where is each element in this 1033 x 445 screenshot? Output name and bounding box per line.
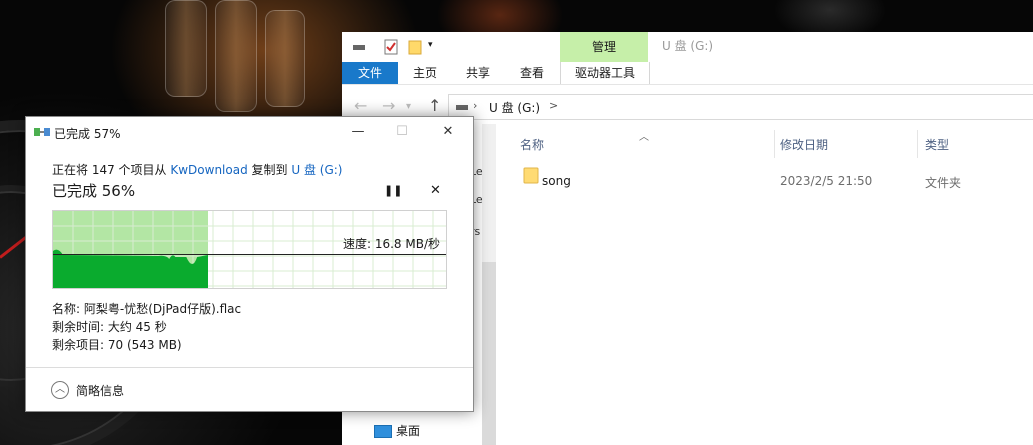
window-title: U 盘 (G:) [662,39,714,53]
file-name: song [542,174,571,188]
wallpaper-tube [215,0,257,112]
wallpaper-tube [165,0,207,97]
tab-drive-tools[interactable]: 驱动器工具 [560,62,650,84]
file-type: 文件夹 [925,176,962,190]
quick-access-toolbar: ▾ 管理 U 盘 (G:) [342,32,1033,62]
minimize-icon[interactable]: — [343,121,373,143]
address-chevron[interactable]: > [549,99,558,112]
column-divider[interactable] [774,130,775,158]
stop-button[interactable]: ✕ [430,183,441,198]
column-header-name[interactable]: 名称 [520,136,544,153]
properties-icon[interactable] [384,39,398,55]
items-remaining-line: 剩余项目: 70 (543 MB) [52,338,182,352]
destination-link[interactable]: U 盘 (G:) [291,163,342,177]
column-header-modified[interactable]: 修改日期 [780,136,828,153]
forward-icon[interactable]: → [382,96,395,115]
pause-button[interactable]: ❚❚ [384,184,402,197]
column-divider[interactable] [917,130,918,158]
folder-icon [523,167,539,184]
time-remaining-line: 剩余时间: 大约 45 秒 [52,320,167,334]
percent-complete: 已完成 56% [52,182,136,200]
status-prefix: 正在将 147 个项目从 [52,163,171,177]
desktop-icon [374,425,392,438]
new-folder-icon[interactable] [408,39,422,55]
sort-ascending-icon: ︿ [639,132,649,143]
address-text: U 盘 (G:) [489,101,541,115]
drive-icon[interactable] [352,39,366,53]
drive-icon [456,105,468,110]
speed-label: 速度: 16.8 MB/秒 [342,237,440,251]
collapse-details-icon[interactable]: ︿ [51,381,69,399]
details-toggle-label[interactable]: 简略信息 [76,382,124,399]
maximize-icon[interactable]: ☐ [387,121,417,143]
copy-progress-dialog: 已完成 57% — ☐ ✕ 正在将 147 个项目从 KwDownload 复制… [25,116,474,412]
customize-toolbar-icon[interactable]: ▾ [428,40,433,50]
address-chevron-icon[interactable]: › [473,99,477,112]
current-speed-line [53,254,446,255]
source-link[interactable]: KwDownload [170,163,247,177]
address-bar[interactable]: › U 盘 (G:) > [448,94,1033,120]
close-icon[interactable]: ✕ [433,121,463,143]
tab-manage[interactable]: 管理 [560,32,648,62]
tab-home[interactable]: 主页 [400,62,450,84]
copy-transfer-icon [34,128,50,136]
column-header-type[interactable]: 类型 [925,136,949,153]
tab-view[interactable]: 查看 [506,62,558,84]
nav-pane-scrollbar-thumb[interactable] [482,262,496,445]
transfer-speed-graph: 速度: 16.8 MB/秒 [52,210,447,289]
speed-history-area [53,249,208,288]
recent-locations-icon[interactable]: ▾ [406,101,411,112]
file-list: ︿ 名称 修改日期 类型 song 2023/2/5 21:50 文件夹 [507,124,1033,445]
nav-item-label: 桌面 [396,424,421,438]
dialog-footer: ︿ 简略信息 [26,367,473,412]
up-icon[interactable]: ↑ [428,96,441,115]
copy-status-line: 正在将 147 个项目从 KwDownload 复制到 U 盘 (G:) [52,161,342,178]
file-modified: 2023/2/5 21:50 [780,174,873,188]
back-icon[interactable]: ← [354,96,367,115]
ribbon-tabs: 文件 主页 共享 查看 驱动器工具 [342,62,1033,85]
tab-share[interactable]: 共享 [452,62,504,84]
file-name-line: 名称: 阿梨粤-忧愁(DjPad仔版).flac [52,302,242,316]
status-mid: 复制到 [247,163,292,177]
tab-file[interactable]: 文件 [342,62,398,84]
wallpaper-tube [265,10,305,107]
dialog-title: 已完成 57% [54,127,121,141]
